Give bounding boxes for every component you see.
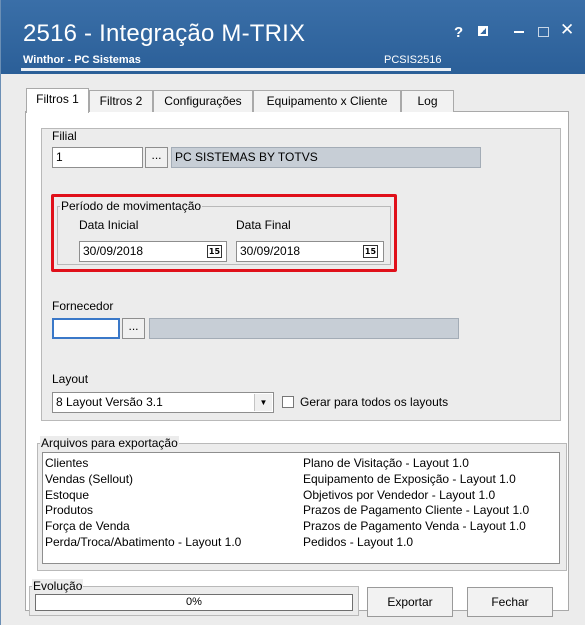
- list-item[interactable]: Clientes: [45, 456, 241, 472]
- arquivos-list-right: Plano de Visitação - Layout 1.0 Equipame…: [303, 456, 529, 551]
- gerar-todos-label: Gerar para todos os layouts: [300, 395, 449, 409]
- list-item[interactable]: Pedidos - Layout 1.0: [303, 535, 529, 551]
- title-bar[interactable]: 2516 - Integração M-TRIX Winthor - PC Si…: [1, 0, 585, 74]
- window-subtitle: Winthor - PC Sistemas: [23, 54, 141, 66]
- fechar-button[interactable]: Fechar: [467, 587, 553, 617]
- maximize-icon[interactable]: [538, 27, 549, 37]
- arquivos-legend: Arquivos para exportação: [40, 436, 179, 450]
- arquivos-list[interactable]: Clientes Vendas (Sellout) Estoque Produt…: [42, 452, 560, 564]
- list-item[interactable]: Força de Venda: [45, 519, 241, 535]
- list-item[interactable]: Equipamento de Exposição - Layout 1.0: [303, 472, 529, 488]
- tab-filtros-1[interactable]: Filtros 1: [26, 88, 89, 113]
- progress-text: 0%: [186, 596, 202, 608]
- tab-configuracoes[interactable]: Configurações: [153, 90, 253, 112]
- evolucao-legend: Evolução: [32, 579, 84, 593]
- chevron-down-icon[interactable]: ▼: [254, 394, 272, 411]
- pin-icon[interactable]: [478, 26, 488, 36]
- list-item[interactable]: Prazos de Pagamento Venda - Layout 1.0: [303, 519, 529, 535]
- fornecedor-code-input[interactable]: [52, 318, 120, 339]
- title-underline: [21, 68, 451, 71]
- list-item[interactable]: Vendas (Sellout): [45, 472, 241, 488]
- layout-select[interactable]: 8 Layout Versão 3.1 ▼: [52, 392, 274, 413]
- fornecedor-description: [149, 318, 459, 339]
- list-item[interactable]: Estoque: [45, 488, 241, 504]
- layout-label: Layout: [52, 372, 89, 386]
- filters-group: [41, 128, 561, 421]
- fornecedor-search-button[interactable]: ...: [122, 318, 145, 339]
- window-title: 2516 - Integração M-TRIX: [23, 20, 306, 47]
- main-window: 2516 - Integração M-TRIX Winthor - PC Si…: [0, 0, 585, 625]
- tab-log[interactable]: Log: [401, 90, 454, 112]
- list-item[interactable]: Perda/Troca/Abatimento - Layout 1.0: [45, 535, 241, 551]
- list-item[interactable]: Prazos de Pagamento Cliente - Layout 1.0: [303, 503, 529, 519]
- exportar-button[interactable]: Exportar: [367, 587, 453, 617]
- filial-description: PC SISTEMAS BY TOTVS: [171, 147, 481, 168]
- list-item[interactable]: Plano de Visitação - Layout 1.0: [303, 456, 529, 472]
- progress-bar: 0%: [35, 594, 353, 611]
- tab-filtros-2[interactable]: Filtros 2: [89, 90, 153, 112]
- tab-equipamento-cliente[interactable]: Equipamento x Cliente: [253, 90, 401, 112]
- minimize-icon[interactable]: [514, 31, 524, 33]
- gerar-todos-checkbox[interactable]: [282, 396, 294, 408]
- fornecedor-label: Fornecedor: [52, 299, 114, 313]
- filial-label: Filial: [52, 129, 77, 143]
- close-icon[interactable]: ✕: [560, 20, 574, 40]
- list-item[interactable]: Produtos: [45, 503, 241, 519]
- program-code: PCSIS2516: [384, 54, 442, 66]
- filial-code-input[interactable]: 1: [52, 147, 143, 168]
- highlight-box: [51, 194, 397, 272]
- arquivos-list-left: Clientes Vendas (Sellout) Estoque Produt…: [45, 456, 241, 551]
- list-item[interactable]: Objetivos por Vendedor - Layout 1.0: [303, 488, 529, 504]
- filial-search-button[interactable]: ...: [145, 147, 168, 168]
- help-icon[interactable]: ?: [454, 24, 463, 41]
- layout-selected-value: 8 Layout Versão 3.1: [56, 395, 163, 409]
